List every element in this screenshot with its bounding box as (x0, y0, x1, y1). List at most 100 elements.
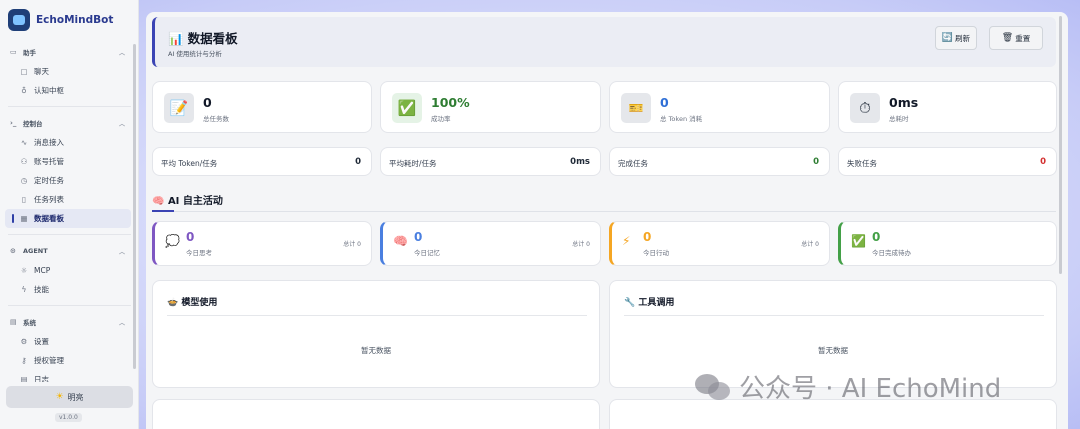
sidebar-divider (8, 106, 131, 107)
page-title-text: 数据看板 (187, 31, 238, 46)
sidebar-item-label: 设置 (34, 337, 49, 346)
ticket-icon: 🎫 (621, 93, 651, 123)
gear-icon: ⚙ (20, 337, 28, 346)
theme-toggle-button[interactable]: ☀ 明亮 (6, 386, 133, 408)
activity-value: 0 (872, 230, 881, 244)
activity-card-action: ⚡ 0 今日行动 总计 0 (609, 221, 830, 266)
panel-title: 🍲 模型使用 (167, 295, 217, 308)
activity-value: 0 (643, 230, 652, 244)
chevron-up-icon[interactable]: ︿ (119, 318, 125, 327)
empty-state: 暂无数据 (361, 346, 391, 355)
activity-card-thinking: 💭 0 今日思考 总计 0 (152, 221, 372, 266)
chat-bubble-icon: ▢ (20, 67, 28, 76)
page-subtitle: AI 使用统计与分析 (168, 50, 222, 58)
sidebar-item[interactable]: ♁ 认知中枢 (0, 81, 131, 100)
activity-label: 今日完成待办 (872, 249, 911, 257)
sidebar-item-label: 技能 (34, 285, 49, 294)
stat-value: 0 (660, 95, 669, 110)
mini-stat-failed: 失败任务 0 (838, 147, 1057, 176)
mini-stat-avg-duration: 平均耗时/任务 0ms (380, 147, 601, 176)
activity-total: 总计 0 (801, 241, 819, 248)
stat-card-total-tasks: 📝 0 总任务数 (152, 81, 372, 133)
chevron-up-icon[interactable]: ︿ (119, 119, 125, 128)
system-icon: ▤ (10, 318, 17, 326)
trash-icon: 🗑 (1001, 33, 1014, 43)
sidebar-group-header[interactable]: ⊙ AGENT ︿ (0, 241, 139, 261)
sidebar-item[interactable]: ▯ 任务列表 (0, 190, 131, 209)
sidebar-group-header[interactable]: ▤ 系统 ︿ (0, 312, 139, 332)
sidebar-item[interactable]: ▤ 日志 (0, 370, 131, 382)
sidebar-item[interactable]: ∿ 消息接入 (0, 133, 131, 152)
chevron-up-icon[interactable]: ︿ (119, 247, 125, 256)
sidebar-item[interactable]: ⚙ 设置 (0, 332, 131, 351)
sidebar-item-label: 数据看板 (34, 214, 64, 223)
chevron-up-icon[interactable]: ︿ (119, 48, 125, 57)
stat-label: 总任务数 (203, 115, 229, 123)
check-box-icon: ✅ (851, 234, 866, 248)
sidebar-divider (8, 305, 131, 306)
activity-label: 今日思考 (186, 249, 212, 257)
mini-stat-value: 0ms (570, 157, 590, 167)
check-box-icon: ✅ (392, 93, 422, 123)
activity-card-memory: 🧠 0 今日记忆 总计 0 (380, 221, 601, 266)
panel-title-text: 工具调用 (638, 298, 675, 308)
agent-icon: ⊙ (10, 247, 16, 255)
refresh-button[interactable]: 🔄 刷新 (935, 26, 977, 50)
mini-stat-completed: 完成任务 0 (609, 147, 830, 176)
page-header: 📊 数据看板 AI 使用统计与分析 🔄 刷新 🗑 重置 (152, 17, 1056, 67)
lightning-icon: ϟ (21, 285, 27, 294)
terminal-icon: ›_ (10, 119, 17, 127)
mini-stat-label: 平均耗时/任务 (389, 159, 437, 168)
sidebar-group-label: 系统 (23, 319, 36, 327)
sidebar-group-header[interactable]: ›_ 控制台 ︿ (0, 113, 139, 133)
thought-bubble-icon: 💭 (165, 234, 180, 248)
stat-label: 成功率 (431, 115, 451, 123)
sun-gear-icon: ☼ (20, 266, 28, 275)
sidebar-item[interactable]: ☼ MCP (0, 261, 131, 280)
app-title: EchoMindBot (36, 14, 114, 26)
key-icon: ⚷ (21, 356, 27, 365)
mini-stat-avg-token: 平均 Token/任务 0 (152, 147, 372, 176)
empty-state: 暂无数据 (818, 346, 848, 355)
activity-value: 0 (186, 230, 195, 244)
mini-stat-value: 0 (1040, 157, 1046, 167)
stat-card-success-rate: ✅ 100% 成功率 (380, 81, 601, 133)
activity-card-todo: ✅ 0 今日完成待办 (838, 221, 1057, 266)
memo-icon: 📝 (164, 93, 194, 123)
sidebar-item[interactable]: ϟ 技能 (0, 280, 131, 299)
section-divider (152, 210, 1056, 212)
users-icon: ⚇ (20, 157, 28, 166)
sidebar-item[interactable]: ▢ 聊天 (0, 62, 131, 81)
sidebar-item[interactable]: ⚷ 授权管理 (0, 351, 131, 370)
mini-stat-label: 失败任务 (847, 159, 877, 168)
sidebar-group-header[interactable]: ▭ 助手 ︿ (0, 42, 139, 62)
brain-icon: 🧠 (152, 196, 165, 207)
activity-label: 今日行动 (643, 249, 669, 257)
watermark-text: 公众号 · AI EchoMind (739, 374, 1002, 404)
wrench-icon: 🔧 (624, 298, 636, 308)
sun-icon: ☀ (55, 392, 64, 402)
version-badge: v1.0.0 (55, 413, 82, 422)
sidebar-group-label: AGENT (23, 247, 48, 255)
section-title-ai-activity: 🧠 AI 自主活动 (152, 192, 223, 207)
lightbulb-icon: ♁ (21, 86, 27, 95)
stat-card-total-duration: ⏱ 0ms 总耗时 (838, 81, 1057, 133)
sidebar-item[interactable]: ◷ 定时任务 (0, 171, 131, 190)
main-content: 📊 数据看板 AI 使用统计与分析 🔄 刷新 🗑 重置 📝 0 总任务数 ✅ 100%… (146, 12, 1068, 429)
activity-total: 总计 0 (572, 241, 590, 248)
panel-divider (167, 315, 587, 316)
brand[interactable]: EchoMindBot (8, 8, 113, 32)
main-scrollbar[interactable] (1059, 16, 1062, 274)
sidebar-scrollbar[interactable] (133, 44, 136, 369)
sidebar-item-label: 账号托管 (34, 157, 64, 166)
section-title-text: AI 自主活动 (167, 196, 223, 207)
stat-value: 100% (431, 95, 470, 110)
sidebar-item[interactable]: ▦ 数据看板 (5, 209, 131, 228)
stat-value: 0ms (889, 95, 919, 110)
panel-next-left (152, 399, 600, 429)
sidebar-item[interactable]: ⚇ 账号托管 (0, 152, 131, 171)
pulse-icon: ∿ (20, 138, 28, 147)
reset-label: 重置 (1015, 33, 1031, 43)
reset-button[interactable]: 🗑 重置 (989, 26, 1043, 50)
mini-stat-value: 0 (355, 157, 361, 167)
